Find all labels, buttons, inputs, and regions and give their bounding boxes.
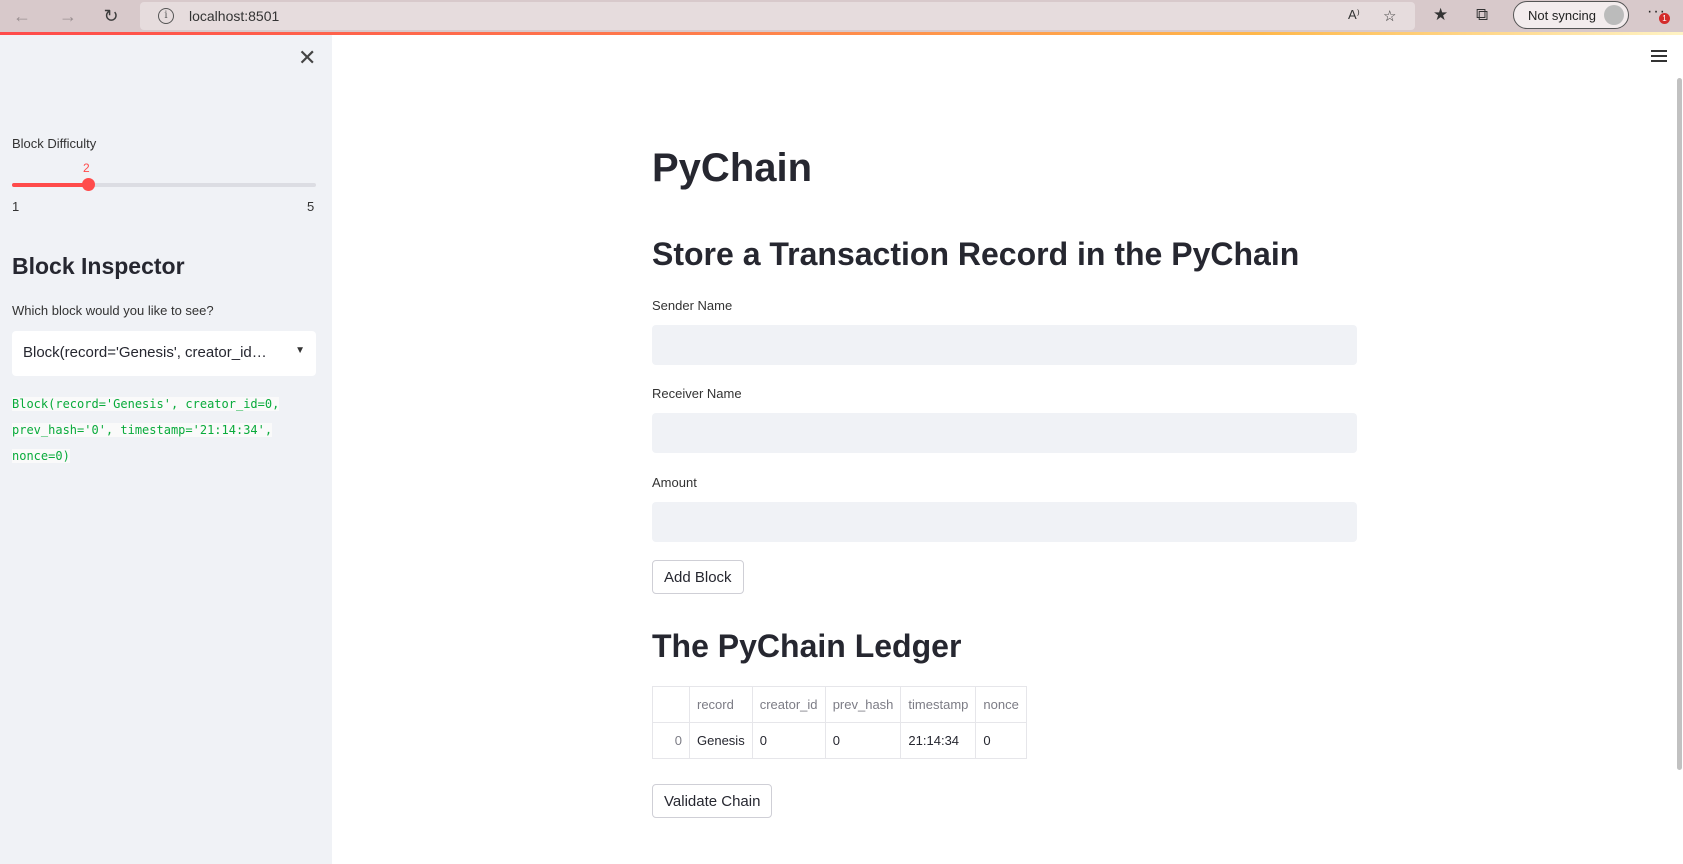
sidebar: ✕ Block Difficulty 2 1 5 Block Inspector…: [0, 35, 332, 864]
address-bar[interactable]: i localhost:8501 A⁾ ☆: [140, 2, 1415, 30]
column-header-timestamp[interactable]: timestamp: [900, 686, 977, 723]
record-cell: Genesis: [689, 722, 753, 759]
receiver-name-input[interactable]: [652, 413, 1357, 453]
prev-hash-cell: 0: [824, 722, 902, 759]
validate-chain-button[interactable]: Validate Chain: [652, 784, 773, 818]
collections-icon[interactable]: ⧉: [1476, 5, 1488, 25]
sender-name-label: Sender Name: [652, 298, 733, 313]
close-sidebar-icon[interactable]: ✕: [298, 45, 316, 71]
page-title: PyChain: [652, 146, 813, 190]
row-index-cell: 0: [652, 722, 690, 759]
nonce-cell: 0: [975, 722, 1027, 759]
notification-badge: 1: [1659, 13, 1670, 24]
receiver-name-label: Receiver Name: [652, 386, 742, 401]
slider-current-value: 2: [83, 161, 90, 175]
page-scrollbar[interactable]: [1677, 78, 1682, 770]
block-difficulty-slider[interactable]: [12, 178, 316, 191]
ledger-table: record creator_id prev_hash timestamp no…: [652, 686, 1027, 759]
reload-icon[interactable]: ↻: [99, 4, 123, 28]
column-header-record[interactable]: record: [689, 686, 753, 723]
site-info-icon[interactable]: i: [158, 8, 174, 24]
main-menu-icon[interactable]: [1651, 50, 1667, 65]
code-line: nonce=0): [12, 449, 70, 463]
block-code-output: Block(record='Genesis', creator_id=0, pr…: [12, 391, 312, 469]
slider-max-label: 5: [307, 199, 315, 214]
column-header-creator-id[interactable]: creator_id: [751, 686, 826, 723]
slider-min-label: 1: [12, 199, 20, 214]
add-block-button[interactable]: Add Block: [652, 560, 744, 594]
amount-label: Amount: [652, 475, 697, 490]
profile-sync-button[interactable]: Not syncing: [1513, 1, 1629, 29]
sync-status-label: Not syncing: [1528, 8, 1596, 23]
block-select-label: Which block would you like to see?: [12, 303, 214, 318]
sender-name-input[interactable]: [652, 325, 1357, 365]
block-inspector-heading: Block Inspector: [12, 253, 185, 279]
table-header-row: record creator_id prev_hash timestamp no…: [652, 686, 1027, 723]
dropdown-arrow-icon: ▼: [295, 345, 305, 356]
block-select[interactable]: Block(record='Genesis', creator_id=0, pr…: [12, 331, 316, 376]
table-row: 0 Genesis 0 0 21:14:34 0: [652, 722, 1027, 759]
column-header-index[interactable]: [652, 686, 690, 723]
profile-avatar-icon: [1604, 5, 1624, 25]
code-line: prev_hash='0', timestamp='21:14:34',: [12, 423, 273, 437]
amount-input[interactable]: [652, 502, 1357, 542]
block-difficulty-label: Block Difficulty: [12, 136, 97, 151]
creator-id-cell: 0: [751, 722, 826, 759]
block-select-value: Block(record='Genesis', creator_id=0, pr…: [23, 344, 275, 361]
back-arrow-icon[interactable]: ←: [10, 4, 34, 28]
column-header-nonce[interactable]: nonce: [975, 686, 1027, 723]
code-line: Block(record='Genesis', creator_id=0,: [12, 397, 280, 411]
timestamp-cell: 21:14:34: [900, 722, 977, 759]
browser-toolbar: ← → ↻ i localhost:8501 A⁾ ☆ ★ ⧉ Not sync…: [0, 0, 1683, 32]
ledger-heading: The PyChain Ledger: [652, 628, 962, 664]
form-heading: Store a Transaction Record in the PyChai…: [652, 236, 1300, 272]
forward-arrow-icon[interactable]: →: [56, 4, 80, 28]
column-header-prev-hash[interactable]: prev_hash: [824, 686, 902, 723]
add-favorite-icon[interactable]: ☆: [1383, 7, 1396, 25]
slider-fill: [12, 183, 88, 187]
url-text: localhost:8501: [189, 8, 280, 24]
favorites-icon[interactable]: ★: [1433, 5, 1448, 25]
slider-thumb[interactable]: [82, 178, 95, 191]
read-aloud-icon[interactable]: A⁾: [1348, 7, 1360, 23]
